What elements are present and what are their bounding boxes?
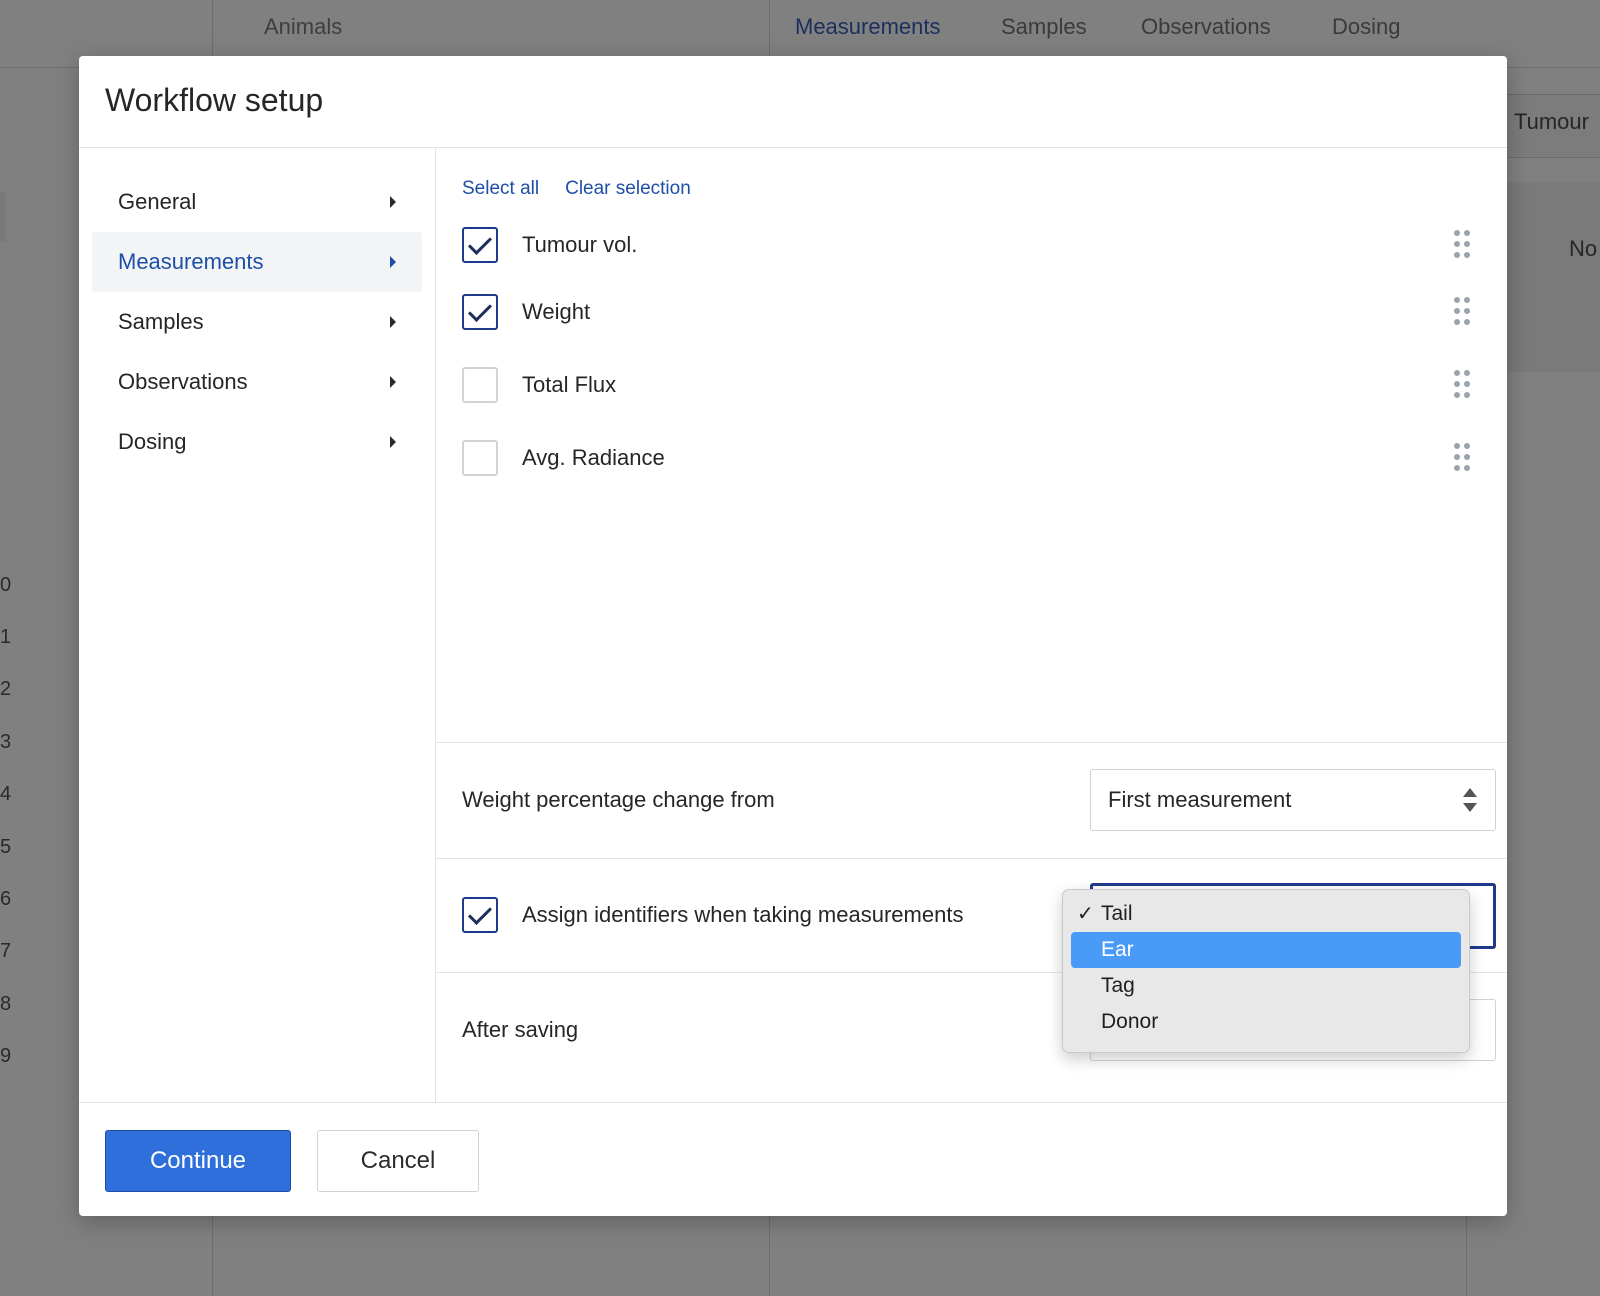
background-tab-dosing: Dosing (1332, 14, 1401, 39)
avg-radiance-checkbox[interactable] (462, 440, 498, 476)
background-tab-samples: Samples (1001, 14, 1087, 39)
measurement-row-tumour-vol: Tumour vol. (462, 226, 1482, 264)
sidebar-item-dosing[interactable]: Dosing (92, 412, 422, 472)
sidebar-item-label: Dosing (118, 429, 187, 454)
sidebar-item-label: Samples (118, 309, 204, 334)
sidebar-item-observations[interactable]: Observations (92, 352, 422, 412)
weight-checkbox[interactable] (462, 294, 498, 330)
background-row-number: 1 (0, 626, 12, 648)
drag-handle-icon[interactable] (1454, 230, 1470, 260)
measurement-row-avg-radiance: Avg. Radiance (462, 439, 1482, 477)
background-row-highlight (0, 192, 6, 242)
background-divider (1466, 1216, 1467, 1296)
sidebar-item-label: General (118, 189, 197, 214)
sidebar-item-measurements[interactable]: Measurements (92, 232, 422, 292)
dropdown-option-donor[interactable]: Donor (1071, 1004, 1461, 1040)
drag-handle-icon[interactable] (1454, 443, 1470, 473)
dropdown-option-ear[interactable]: Ear (1071, 932, 1461, 968)
background-row-number: 7 (0, 940, 12, 962)
sidebar-item-general[interactable]: General (92, 172, 422, 232)
assign-identifiers-row: Assign identifiers when taking measureme… (462, 897, 963, 933)
background-cell-panel: No (1506, 182, 1600, 372)
cancel-button[interactable]: Cancel (317, 1130, 479, 1192)
dropdown-option-label: Donor (1101, 1010, 1159, 1033)
background-tab-observations: Observations (1141, 14, 1271, 39)
background-column-header: Tumour (1506, 94, 1600, 158)
caret-right-icon (390, 196, 396, 208)
dialog-footer: Continue Cancel (79, 1102, 1507, 1216)
tumour-vol-checkbox[interactable] (462, 227, 498, 263)
weight-change-section: Weight percentage change from First meas… (436, 742, 1507, 858)
dropdown-option-tail[interactable]: ✓ Tail (1071, 896, 1461, 932)
background-no-text: No (1569, 236, 1598, 261)
total-flux-checkbox[interactable] (462, 367, 498, 403)
caret-right-icon (390, 256, 396, 268)
assign-identifiers-label: Assign identifiers when taking measureme… (522, 902, 964, 927)
weight-change-label: Weight percentage change from (462, 787, 775, 812)
sidebar-item-label: Observations (118, 369, 248, 394)
measurement-row-total-flux: Total Flux (462, 366, 1482, 404)
background-tumour-header: Tumour (1514, 109, 1589, 134)
sidebar-item-label: Measurements (118, 249, 264, 274)
background-row-number: 6 (0, 888, 12, 910)
background-row-number: 9 (0, 1045, 12, 1067)
weight-change-value: First measurement (1108, 787, 1292, 812)
dialog-title: Workflow setup (105, 82, 324, 118)
dropdown-option-label: Ear (1101, 938, 1134, 961)
background-row-number: 2 (0, 678, 12, 700)
select-all-link[interactable]: Select all (462, 178, 539, 200)
updown-arrows-icon (1463, 788, 1477, 814)
dropdown-option-label: Tag (1101, 974, 1135, 997)
clear-selection-link[interactable]: Clear selection (565, 178, 691, 200)
selection-links: Select all Clear selection (462, 178, 691, 200)
continue-button[interactable]: Continue (105, 1130, 291, 1192)
background-row-number: 8 (0, 993, 12, 1015)
sidebar-item-samples[interactable]: Samples (92, 292, 422, 352)
caret-right-icon (390, 316, 396, 328)
measurement-label: Total Flux (522, 372, 617, 397)
dropdown-option-tag[interactable]: Tag (1071, 968, 1461, 1004)
caret-right-icon (390, 376, 396, 388)
dialog-header: Workflow setup (79, 56, 1507, 148)
background-row-number: 5 (0, 836, 12, 858)
dropdown-option-label: Tail (1101, 902, 1133, 925)
weight-change-select[interactable]: First measurement (1090, 769, 1496, 831)
checkmark-icon: ✓ (1077, 903, 1094, 925)
background-tab-measurements: Measurements (795, 14, 941, 39)
background-row-number: 3 (0, 731, 12, 753)
measurement-label: Weight (522, 299, 591, 324)
background-row-number: 0 (0, 574, 12, 596)
background-animals-title: Animals (264, 14, 343, 39)
identifier-dropdown-menu: ✓ Tail Ear Tag Donor (1062, 889, 1470, 1053)
after-saving-label: After saving (462, 1017, 579, 1042)
workflow-sidebar: General Measurements Samples Observation… (79, 148, 436, 1102)
background-row-number: 4 (0, 783, 12, 805)
drag-handle-icon[interactable] (1454, 297, 1470, 327)
drag-handle-icon[interactable] (1454, 370, 1470, 400)
measurement-row-weight: Weight (462, 293, 1482, 331)
caret-right-icon (390, 436, 396, 448)
measurement-label: Tumour vol. (522, 232, 638, 257)
assign-identifiers-checkbox[interactable] (462, 897, 498, 933)
measurement-label: Avg. Radiance (522, 445, 665, 470)
